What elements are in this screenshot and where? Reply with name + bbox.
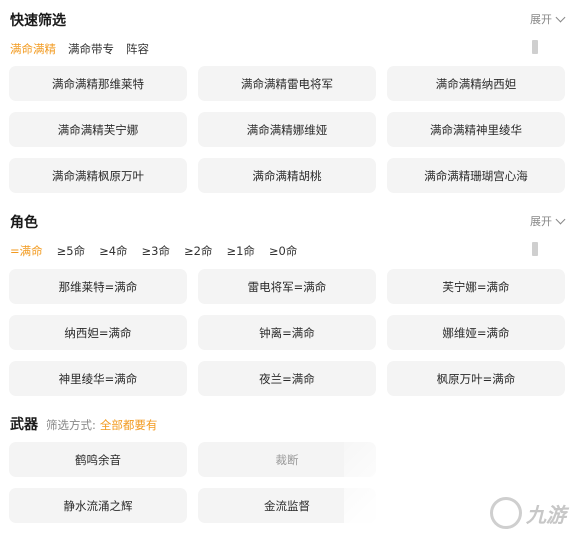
quick-filter-chip[interactable]: 满命满精雷电将军	[198, 66, 376, 101]
watermark-logo: 九游	[490, 497, 566, 529]
filter-mode-label: 筛选方式:	[46, 418, 96, 432]
quick-filter-chip[interactable]: 满命满精娜维娅	[198, 112, 376, 147]
scrollbar-thumb[interactable]	[532, 40, 538, 54]
quick-filter-chip[interactable]: 满命满精那维莱特	[9, 66, 187, 101]
filter-mode-value[interactable]: 全部都要有	[100, 417, 158, 433]
weapon-title: 武器	[10, 417, 38, 433]
tab-constellation-1[interactable]: ≥1命	[226, 243, 254, 259]
chevron-down-icon	[555, 12, 566, 23]
tab-constellation-5[interactable]: ≥5命	[57, 243, 85, 259]
tab-constellation-2[interactable]: ≥2命	[184, 243, 212, 259]
character-chip[interactable]: 纳西妲=满命	[9, 315, 187, 350]
quick-filter-chip[interactable]: 满命满精芙宁娜	[9, 112, 187, 147]
weapon-chip[interactable]: 鹤鸣余音	[9, 442, 187, 477]
character-chip[interactable]: 枫原万叶=满命	[387, 361, 565, 396]
quick-filter-title: 快速筛选	[10, 13, 66, 29]
tab-full-constellation-refine[interactable]: 满命满精	[10, 41, 56, 57]
watermark-text: 九游	[526, 502, 566, 527]
watermark-logo-icon	[490, 497, 522, 529]
tab-constellation-0[interactable]: ≥0命	[269, 243, 297, 259]
tab-constellation-4[interactable]: ≥4命	[99, 243, 127, 259]
scrollbar-thumb[interactable]	[532, 242, 538, 256]
character-chip[interactable]: 那维莱特=满命	[9, 269, 187, 304]
character-chip[interactable]: 娜维娅=满命	[387, 315, 565, 350]
quick-filter-grid: 满命满精那维莱特 满命满精雷电将军 满命满精纳西妲 满命满精芙宁娜 满命满精娜维…	[9, 66, 566, 193]
character-chip[interactable]: 雷电将军=满命	[198, 269, 376, 304]
tab-constellation-3[interactable]: ≥3命	[142, 243, 170, 259]
character-chip[interactable]: 神里绫华=满命	[9, 361, 187, 396]
constellation-tabs: =满命 ≥5命 ≥4命 ≥3命 ≥2命 ≥1命 ≥0命	[10, 243, 311, 259]
weapon-chip[interactable]: 静水流涌之辉	[9, 488, 187, 523]
quick-filter-chip[interactable]: 满命满精枫原万叶	[9, 158, 187, 193]
quick-filter-chip[interactable]: 满命满精胡桃	[198, 158, 376, 193]
expand-label: 展开	[530, 215, 552, 228]
tab-full-constellation-signature[interactable]: 满命带专	[68, 41, 114, 57]
quick-filter-chip[interactable]: 满命满精纳西妲	[387, 66, 565, 101]
character-title: 角色	[10, 215, 38, 231]
quick-filter-tabs: 满命满精 满命带专 阵容	[10, 41, 161, 57]
character-chip[interactable]: 夜兰=满命	[198, 361, 376, 396]
quick-filter-expand-button[interactable]: 展开	[530, 11, 566, 27]
character-grid: 那维莱特=满命 雷电将军=满命 芙宁娜=满命 纳西妲=满命 钟离=满命 娜维娅=…	[9, 269, 566, 396]
character-chip[interactable]: 芙宁娜=满命	[387, 269, 565, 304]
chevron-down-icon	[555, 214, 566, 225]
character-expand-button[interactable]: 展开	[530, 213, 566, 229]
expand-label: 展开	[530, 13, 552, 26]
character-chip[interactable]: 钟离=满命	[198, 315, 376, 350]
quick-filter-chip[interactable]: 满命满精神里绫华	[387, 112, 565, 147]
tab-team[interactable]: 阵容	[126, 41, 149, 57]
weapon-header: 武器 筛选方式: 全部都要有	[10, 414, 157, 434]
tab-constellation-full[interactable]: =满命	[10, 243, 43, 259]
quick-filter-chip[interactable]: 满命满精珊瑚宫心海	[387, 158, 565, 193]
